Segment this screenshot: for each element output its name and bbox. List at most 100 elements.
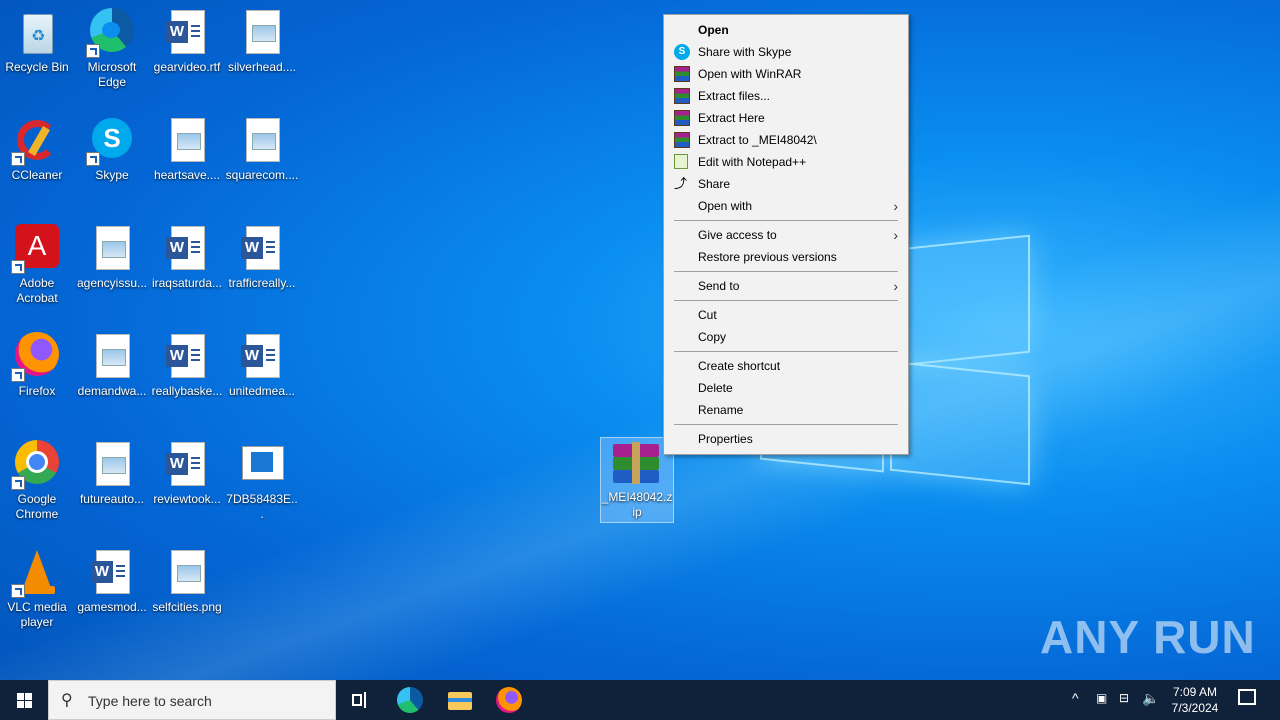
search-placeholder: Type here to search	[88, 693, 212, 709]
desktop-icon-file[interactable]: 7DB58483E...	[225, 440, 299, 522]
menu-item-send-to[interactable]: Send to ›	[664, 275, 908, 297]
desktop-icon-file[interactable]: W trafficreally...	[225, 224, 299, 291]
image-file-icon	[163, 548, 211, 596]
chrome-icon	[11, 440, 61, 490]
menu-item-extract-here[interactable]: Extract Here	[664, 107, 908, 129]
menu-item-label: Open	[698, 23, 729, 37]
menu-separator	[674, 271, 898, 272]
desktop-icon-file[interactable]: demandwa...	[75, 332, 149, 399]
menu-item-extract-files[interactable]: Extract files...	[664, 85, 908, 107]
desktop-icon-file[interactable]: squarecom....	[225, 116, 299, 183]
taskbar-search-box[interactable]: ⚲ Type here to search	[48, 680, 336, 720]
recycle-bin-icon: ♻	[13, 8, 61, 56]
file-explorer-icon[interactable]	[446, 686, 474, 714]
ccleaner-icon	[11, 116, 61, 166]
task-view-icon[interactable]	[346, 686, 374, 714]
vlc-cone-icon	[11, 548, 61, 598]
skype-icon: S	[86, 116, 136, 166]
menu-item-give-access-to[interactable]: Give access to ›	[664, 224, 908, 246]
desktop-icon-firefox[interactable]: Firefox	[0, 332, 74, 399]
icon-label: squarecom....	[225, 168, 299, 182]
icon-label: _MEI48042.zip	[601, 490, 673, 519]
show-hidden-icons-chevron[interactable]: ^	[1072, 690, 1079, 706]
menu-item-open-with[interactable]: Open with ›	[664, 195, 908, 217]
menu-item-extract-to[interactable]: Extract to _MEI48042\	[664, 129, 908, 151]
menu-item-edit-with-notepad-plus-plus[interactable]: Edit with Notepad++	[664, 151, 908, 173]
winrar-icon	[674, 66, 690, 82]
image-file-icon	[88, 440, 136, 488]
menu-item-label: Rename	[698, 403, 744, 417]
icon-label: futureauto...	[79, 492, 145, 506]
desktop-icon-ccleaner[interactable]: CCleaner	[0, 116, 74, 183]
image-file-icon	[163, 116, 211, 164]
menu-item-label: Give access to	[698, 228, 777, 242]
desktop-icon-vlc[interactable]: VLC media player	[0, 548, 74, 630]
desktop-icon-file[interactable]: W unitedmea...	[225, 332, 299, 399]
menu-item-restore-previous-versions[interactable]: Restore previous versions	[664, 246, 908, 268]
firefox-icon	[11, 332, 61, 382]
edge-taskbar-icon[interactable]	[397, 687, 423, 713]
menu-item-share-with-skype[interactable]: S Share with Skype	[664, 41, 908, 63]
icon-label: trafficreally...	[228, 276, 296, 290]
meet-now-icon[interactable]: ▣	[1096, 691, 1107, 705]
notification-center-icon[interactable]	[1238, 689, 1256, 705]
network-icon[interactable]: ⊟	[1119, 691, 1129, 705]
desktop-icon-file[interactable]: futureauto...	[75, 440, 149, 507]
desktop-icon-file[interactable]: silverhead....	[225, 8, 299, 75]
word-document-icon: W	[163, 224, 211, 272]
image-file-icon	[238, 116, 286, 164]
menu-item-label: Extract to _MEI48042\	[698, 133, 817, 147]
clock[interactable]: 7:09 AM 7/3/2024	[1170, 684, 1220, 716]
desktop-icon-file[interactable]: W gamesmod...	[75, 548, 149, 615]
menu-item-label: Properties	[698, 432, 753, 446]
menu-separator	[674, 351, 898, 352]
icon-label: VLC media player	[7, 600, 67, 629]
edge-icon	[86, 8, 136, 58]
skype-icon: S	[674, 44, 690, 60]
menu-separator	[674, 300, 898, 301]
menu-item-cut[interactable]: Cut	[664, 304, 908, 326]
desktop-icon-adobe-acrobat[interactable]: A Adobe Acrobat	[0, 224, 74, 306]
desktop-icon-file[interactable]: W reviewtook...	[150, 440, 224, 507]
word-document-icon: W	[238, 224, 286, 272]
executable-file-icon	[238, 440, 286, 488]
icon-label: Microsoft Edge	[87, 60, 137, 89]
menu-item-rename[interactable]: Rename	[664, 399, 908, 421]
desktop-icon-file[interactable]: selfcities.png	[150, 548, 224, 615]
desktop-icon-file[interactable]: agencyissu...	[75, 224, 149, 291]
desktop-icon-microsoft-edge[interactable]: Microsoft Edge	[75, 8, 149, 90]
desktop-icon-file[interactable]: W reallybaske...	[150, 332, 224, 399]
icon-label: Firefox	[18, 384, 56, 398]
menu-item-create-shortcut[interactable]: Create shortcut	[664, 355, 908, 377]
menu-item-share[interactable]: ⤴ Share	[664, 173, 908, 195]
menu-item-open[interactable]: Open	[664, 19, 908, 41]
icon-label: agencyissu...	[76, 276, 148, 290]
menu-item-copy[interactable]: Copy	[664, 326, 908, 348]
desktop-icon-file[interactable]: heartsave....	[150, 116, 224, 183]
icon-label: Recycle Bin	[5, 60, 69, 74]
desktop-icon-recycle-bin[interactable]: ♻ Recycle Bin	[0, 8, 74, 75]
menu-item-label: Open with	[698, 199, 753, 213]
icon-label: unitedmea...	[228, 384, 296, 398]
menu-item-label: Cut	[698, 308, 717, 322]
icon-label: Skype	[95, 168, 129, 182]
desktop-icon-google-chrome[interactable]: Google Chrome	[0, 440, 74, 522]
icon-label: gamesmod...	[77, 600, 147, 614]
icon-label: Google Chrome	[15, 492, 59, 521]
desktop-icon-file[interactable]: W iraqsaturda...	[150, 224, 224, 291]
icon-label: heartsave....	[153, 168, 221, 182]
firefox-taskbar-icon[interactable]	[496, 687, 522, 713]
start-button[interactable]	[0, 680, 48, 720]
desktop-icon-file[interactable]: W gearvideo.rtf	[150, 8, 224, 75]
icon-label: iraqsaturda...	[151, 276, 223, 290]
desktop-icon-skype[interactable]: S Skype	[75, 116, 149, 183]
menu-item-open-with-winrar[interactable]: Open with WinRAR	[664, 63, 908, 85]
image-file-icon	[88, 332, 136, 380]
icon-label: 7DB58483E...	[226, 492, 298, 521]
context-menu: Open S Share with Skype Open with WinRAR …	[663, 14, 909, 455]
menu-item-label: Restore previous versions	[698, 250, 837, 264]
menu-item-delete[interactable]: Delete	[664, 377, 908, 399]
volume-icon[interactable]: 🔈	[1142, 690, 1159, 707]
image-file-icon	[88, 224, 136, 272]
menu-item-properties[interactable]: Properties	[664, 428, 908, 450]
